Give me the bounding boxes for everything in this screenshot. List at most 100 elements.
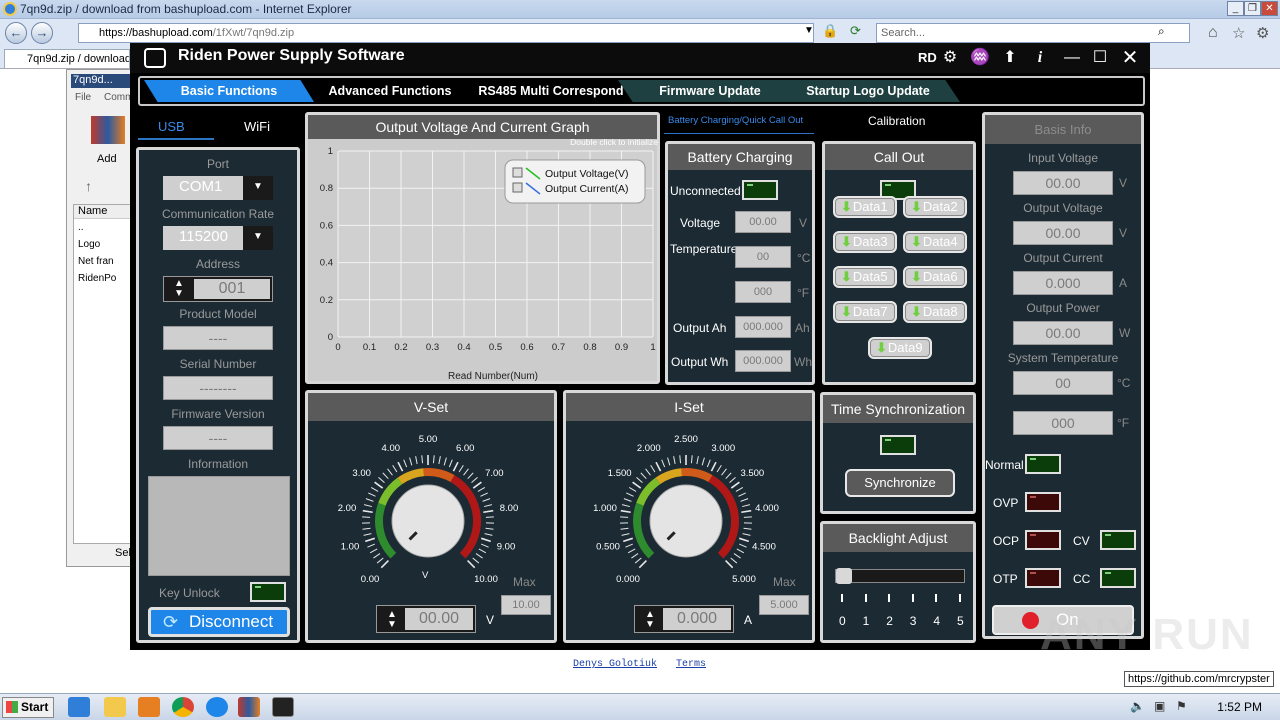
- winrar-add-icon[interactable]: [91, 116, 125, 144]
- tab-advanced-functions[interactable]: Advanced Functions: [310, 80, 470, 102]
- winrar-taskbar-icon[interactable]: [238, 697, 260, 717]
- call-out-data5-button[interactable]: ⬇Data5: [833, 266, 897, 288]
- winrar-file-item[interactable]: Logo: [74, 236, 130, 253]
- address-bar[interactable]: https://bashupload.com/1fXwt/7qn9d.zip: [78, 23, 814, 43]
- battery-wh-value: 000.000: [735, 350, 791, 372]
- maximize-icon[interactable]: ☐: [1090, 49, 1110, 67]
- ie-taskbar-icon[interactable]: [68, 697, 90, 717]
- close-icon[interactable]: ✕: [1120, 48, 1140, 68]
- key-unlock-indicator[interactable]: [250, 582, 286, 602]
- call-out-data8-button[interactable]: ⬇Data8: [903, 301, 967, 323]
- v-set-value[interactable]: 00.00: [405, 608, 473, 630]
- tab-wifi[interactable]: WiFi: [244, 119, 270, 134]
- call-out-data9-button[interactable]: ⬇Data9: [868, 337, 932, 359]
- forward-icon[interactable]: →: [31, 22, 53, 44]
- riden-taskbar-icon[interactable]: [272, 697, 294, 717]
- i-set-stepper[interactable]: ▲ ▼ 0.000: [634, 605, 734, 633]
- upload-arrow-icon[interactable]: ⬆: [1000, 49, 1020, 67]
- minimize-icon[interactable]: —: [1062, 49, 1082, 67]
- port-select[interactable]: COM1 ▼: [163, 176, 273, 200]
- start-button[interactable]: Start: [2, 697, 54, 718]
- credit-author-link[interactable]: Denys Golotiuk: [573, 659, 657, 670]
- winrar-file-item[interactable]: RidenPo: [74, 270, 130, 287]
- legend-checkbox-current[interactable]: [512, 182, 523, 193]
- settings-gear-icon[interactable]: ⚙: [940, 49, 960, 67]
- chrome-taskbar-icon[interactable]: [172, 697, 194, 717]
- lock-icon[interactable]: 🔒: [822, 23, 838, 39]
- rate-select[interactable]: 115200 ▼: [163, 226, 273, 250]
- v-set-max-value[interactable]: 10.00: [501, 595, 551, 615]
- synchronize-button[interactable]: Synchronize: [845, 469, 955, 497]
- backlight-slider-thumb[interactable]: [836, 568, 852, 584]
- favorites-star-icon[interactable]: ☆: [1232, 24, 1245, 42]
- media-player-taskbar-icon[interactable]: [138, 697, 160, 717]
- i-set-max-value[interactable]: 5.000: [759, 595, 809, 615]
- call-out-data6-button[interactable]: ⬇Data6: [903, 266, 967, 288]
- graph-panel: Output Voltage And Current Graph Double …: [305, 112, 660, 384]
- credit-terms-link[interactable]: Terms: [676, 659, 706, 670]
- chevron-down-icon[interactable]: ▼: [243, 226, 273, 250]
- i-set-max-label: Max: [773, 575, 796, 589]
- call-out-data2-button[interactable]: ⬇Data2: [903, 196, 967, 218]
- ie-tab[interactable]: 7qn9d.zip / download ...: [4, 49, 130, 68]
- winrar-col-name[interactable]: Name: [74, 205, 130, 219]
- i-set-dial-tick: [640, 472, 647, 480]
- search-icon[interactable]: ⌕: [1158, 24, 1165, 39]
- battery-ah-value: 000.000: [735, 316, 791, 338]
- refresh-icon[interactable]: ⟳: [850, 23, 861, 39]
- settings-gear-icon[interactable]: ⚙: [1256, 24, 1269, 42]
- call-out-data1-button[interactable]: ⬇Data1: [833, 196, 897, 218]
- i-set-value[interactable]: 0.000: [663, 608, 731, 630]
- minimize-icon[interactable]: _: [1227, 1, 1244, 16]
- call-out-data7-button[interactable]: ⬇Data7: [833, 301, 897, 323]
- info-icon[interactable]: i: [1030, 49, 1050, 67]
- legend-checkbox-voltage[interactable]: [512, 167, 523, 178]
- call-out-data4-button[interactable]: ⬇Data4: [903, 231, 967, 253]
- tab-usb[interactable]: USB: [158, 119, 185, 134]
- explorer-taskbar-icon[interactable]: [104, 697, 126, 717]
- i-set-dial-tick: [627, 548, 636, 554]
- i-set-dial-label: 3.000: [711, 443, 735, 454]
- language-icon[interactable]: ♒: [970, 49, 990, 67]
- restore-icon[interactable]: ❐: [1244, 1, 1261, 16]
- tab-startup-logo[interactable]: Startup Logo Update: [776, 80, 960, 102]
- v-set-stepper[interactable]: ▲ ▼ 00.00: [376, 605, 476, 633]
- edge-taskbar-icon[interactable]: [206, 697, 228, 717]
- flag-icon[interactable]: ⚑: [1176, 699, 1187, 713]
- disconnect-button[interactable]: ⟳ Disconnect: [148, 607, 290, 637]
- winrar-file-item[interactable]: Net fran: [74, 253, 130, 270]
- call-out-data3-button[interactable]: ⬇Data3: [833, 231, 897, 253]
- rd-label[interactable]: RD: [918, 50, 937, 65]
- close-icon[interactable]: ✕: [1261, 1, 1278, 16]
- speaker-icon[interactable]: 🔈: [1130, 699, 1145, 713]
- address-dropdown-icon[interactable]: ▼: [804, 25, 814, 36]
- v-set-dial-knob[interactable]: [391, 484, 465, 558]
- address-stepper[interactable]: ▲ ▼ 001: [163, 276, 273, 302]
- i-set-dial-label: 4.500: [752, 541, 776, 552]
- i-set-dial-knob[interactable]: [649, 484, 723, 558]
- backlight-tick-mark: [864, 594, 867, 602]
- backlight-slider-track[interactable]: [835, 569, 965, 583]
- tab-firmware-update[interactable]: Firmware Update: [618, 80, 802, 102]
- winrar-file-item[interactable]: ..: [74, 219, 130, 236]
- winrar-menu-file[interactable]: File: [75, 92, 91, 103]
- output-power-value: 00.00: [1013, 321, 1113, 345]
- up-arrow-icon[interactable]: ↑: [85, 178, 92, 194]
- chevron-down-icon[interactable]: ▼: [243, 176, 273, 200]
- search-input[interactable]: Search...: [876, 23, 1190, 43]
- back-icon[interactable]: ←: [5, 22, 27, 44]
- winrar-files: .. Logo Net fran RidenPo: [74, 219, 130, 287]
- stepper-arrows-icon[interactable]: ▲ ▼: [169, 279, 189, 299]
- network-icon[interactable]: ▣: [1154, 699, 1165, 713]
- home-icon[interactable]: ⌂: [1208, 24, 1218, 42]
- stepper-arrows-icon[interactable]: ▲ ▼: [382, 610, 402, 630]
- system-temp-c-value: 00: [1013, 371, 1113, 395]
- v-set-dial-arc: [423, 468, 455, 483]
- subtab-calibration[interactable]: Calibration: [868, 114, 925, 128]
- tab-rs485[interactable]: RS485 Multi Correspond: [466, 80, 636, 102]
- graph-svg[interactable]: 0 0.1 0.2 0.3 0.4 0.5 0.6 0.7 0.8 0.9 1 0 0.2 0.4 0.6 0…: [308, 147, 657, 381]
- stepper-arrows-icon[interactable]: ▲ ▼: [640, 610, 660, 630]
- tab-basic-functions[interactable]: Basic Functions: [144, 80, 314, 102]
- subtab-battery-callout[interactable]: Battery Charging/Quick Call Out: [668, 115, 803, 126]
- v-set-dial-label: 5.00: [419, 434, 438, 445]
